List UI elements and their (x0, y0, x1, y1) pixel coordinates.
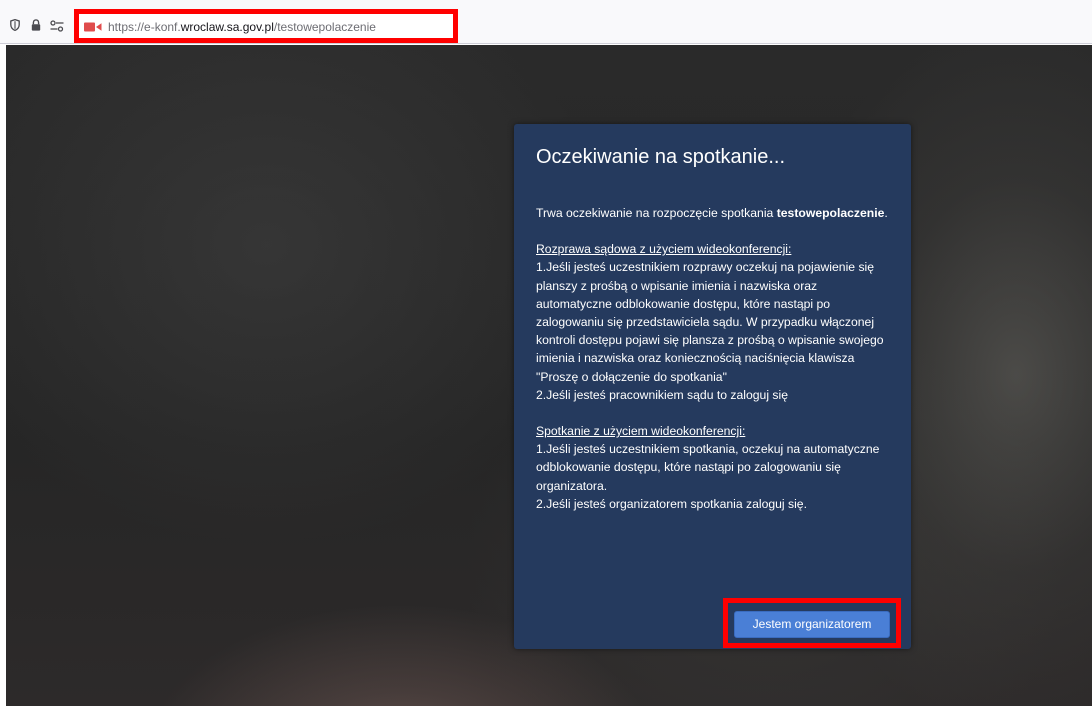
organizer-button[interactable]: Jestem organizatorem (734, 611, 890, 638)
meeting-item-1: 1.Jeśli jesteś uczestnikiem spotkania, o… (536, 442, 880, 493)
browser-url-bar: https://e-konf.wroclaw.sa.gov.pl/testowe… (0, 0, 1092, 44)
shield-icon[interactable] (10, 19, 20, 31)
intro-text: Trwa oczekiwanie na rozpoczęcie spotkani… (536, 204, 896, 222)
url-highlight-box: https://e-konf.wroclaw.sa.gov.pl/testowe… (74, 9, 458, 43)
url-text[interactable]: https://e-konf.wroclaw.sa.gov.pl/testowe… (108, 20, 376, 34)
meeting-name: testowepolaczenie (776, 206, 885, 220)
url-path: /testowepolaczenie (273, 20, 376, 34)
waiting-dialog: Oczekiwanie na spotkanie... Trwa oczekiw… (514, 124, 911, 649)
dialog-title: Oczekiwanie na spotkanie... (536, 146, 786, 168)
court-item-1: 1.Jeśli jesteś uczestnikiem rozprawy ocz… (536, 260, 884, 384)
permissions-icon[interactable] (50, 20, 64, 32)
url-prefix: https://e-konf. (108, 20, 181, 34)
meeting-item-2: 2.Jeśli jesteś organizatorem spotkania z… (536, 496, 807, 511)
meeting-section-heading: Spotkanie z użyciem wideokonferencji: (536, 424, 746, 439)
url-host: wroclaw.sa.gov.pl (180, 20, 274, 34)
lock-icon[interactable] (31, 19, 41, 31)
court-section-heading: Rozprawa sądowa z użyciem wideokonferenc… (536, 242, 792, 257)
dialog-body: Trwa oczekiwanie na rozpoczęcie spotkani… (536, 204, 896, 513)
intro-end: . (884, 206, 888, 220)
button-highlight-box: Jestem organizatorem (723, 598, 901, 648)
camera-icon[interactable] (84, 22, 102, 32)
intro-label: Trwa oczekiwanie na rozpoczęcie spotkani… (536, 206, 774, 220)
court-item-2: 2.Jeśli jesteś pracownikiem sądu to zalo… (536, 387, 788, 402)
